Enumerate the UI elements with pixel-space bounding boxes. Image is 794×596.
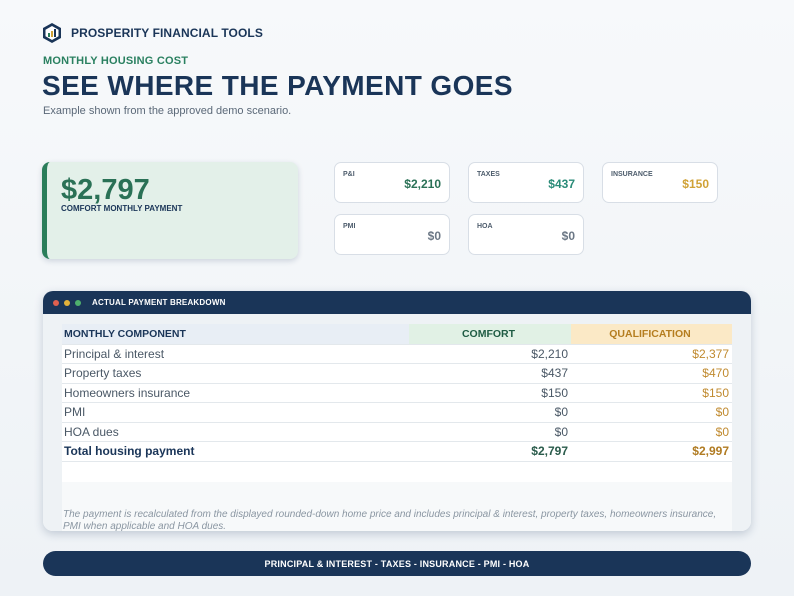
metric-label: HOA [477, 223, 493, 230]
row-component: HOA dues [62, 422, 409, 442]
window-title-bar: ACTUAL PAYMENT BREAKDOWN [43, 291, 751, 314]
table-row: Principal & interest $2,210 $2,377 [62, 344, 732, 364]
page-title: SEE WHERE THE PAYMENT GOES [42, 70, 513, 101]
table-row: Homeowners insurance $150 $150 [62, 383, 732, 403]
section-eyebrow: MONTHLY HOUSING COST [43, 55, 189, 67]
footer-banner: PRINCIPAL & INTEREST - TAXES - INSURANCE… [43, 551, 751, 576]
footnote: The payment is recalculated from the dis… [63, 509, 717, 531]
brand-name: PROSPERITY FINANCIAL TOOLS [71, 26, 263, 40]
total-label: Total housing payment [62, 441, 409, 462]
metric-card-insurance: INSURANCE $150 [602, 162, 718, 203]
column-header-comfort: COMFORT [409, 324, 571, 345]
note-area: The payment is recalculated from the dis… [62, 482, 732, 531]
window-minimize-dot[interactable] [64, 299, 70, 306]
brand: PROSPERITY FINANCIAL TOOLS [42, 22, 263, 44]
comfort-payment-label: COMFORT MONTHLY PAYMENT [61, 204, 183, 213]
row-comfort-value: $150 [409, 383, 571, 403]
metric-value: $2,210 [404, 177, 441, 191]
total-comfort-value: $2,797 [409, 441, 571, 462]
payment-breakdown-window: ACTUAL PAYMENT BREAKDOWN MONTHLY COMPONE… [43, 291, 751, 531]
table-row: Property taxes $437 $470 [62, 363, 732, 384]
breakdown-sheet: MONTHLY COMPONENT COMFORT QUALIFICATION … [62, 324, 732, 531]
metric-card-pi: P&I $2,210 [334, 162, 450, 203]
row-qualification-value: $0 [571, 422, 732, 442]
window-body: MONTHLY COMPONENT COMFORT QUALIFICATION … [43, 314, 751, 531]
row-qualification-value: $150 [571, 383, 732, 403]
metric-label: TAXES [477, 171, 500, 178]
row-qualification-value: $2,377 [571, 344, 732, 364]
table-total-row: Total housing payment $2,797 $2,997 [62, 441, 732, 462]
metric-card-hoa: HOA $0 [468, 214, 584, 255]
metric-value: $0 [561, 229, 575, 243]
metric-label: P&I [343, 171, 355, 178]
column-header-component: MONTHLY COMPONENT [62, 324, 409, 345]
metric-label: PMI [343, 223, 356, 230]
window-close-dot[interactable] [53, 299, 59, 306]
window-maximize-dot[interactable] [75, 299, 81, 306]
row-comfort-value: $437 [409, 363, 571, 384]
row-comfort-value: $0 [409, 422, 571, 442]
window-title: ACTUAL PAYMENT BREAKDOWN [92, 298, 226, 307]
column-header-qualification: QUALIFICATION [571, 324, 732, 345]
row-comfort-value: $2,210 [409, 344, 571, 364]
metric-value: $437 [548, 177, 575, 191]
page-subtitle: Example shown from the approved demo sce… [43, 105, 292, 117]
metric-card-pmi: PMI $0 [334, 214, 450, 255]
comfort-payment-card: $2,797 COMFORT MONTHLY PAYMENT [42, 162, 298, 259]
metric-card-taxes: TAXES $437 [468, 162, 584, 203]
table-header-row: MONTHLY COMPONENT COMFORT QUALIFICATION [62, 324, 732, 345]
total-qualification-value: $2,997 [571, 441, 732, 462]
row-component: Property taxes [62, 363, 409, 384]
table-row: PMI $0 $0 [62, 402, 732, 423]
row-component: Principal & interest [62, 344, 409, 364]
row-comfort-value: $0 [409, 402, 571, 423]
chart-logo-icon [43, 23, 61, 43]
footer-text: PRINCIPAL & INTEREST - TAXES - INSURANCE… [264, 558, 530, 569]
comfort-payment-value: $2,797 [61, 174, 150, 206]
metric-value: $0 [427, 229, 441, 243]
row-component: PMI [62, 402, 409, 423]
table-row: HOA dues $0 $0 [62, 422, 732, 442]
row-qualification-value: $470 [571, 363, 732, 384]
breakdown-table: MONTHLY COMPONENT COMFORT QUALIFICATION … [62, 324, 732, 462]
row-qualification-value: $0 [571, 402, 732, 423]
metric-label: INSURANCE [611, 171, 653, 178]
row-component: Homeowners insurance [62, 383, 409, 403]
metric-value: $150 [682, 177, 709, 191]
